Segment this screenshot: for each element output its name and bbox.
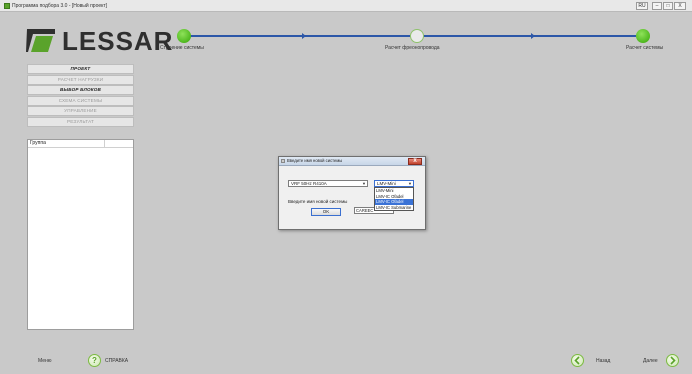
series-selected-value: LMV-Mini — [377, 181, 396, 186]
minimize-button[interactable]: – — [652, 2, 662, 10]
menu-item-control[interactable]: УПРАВЛЕНИЕ — [27, 106, 134, 116]
back-button[interactable] — [571, 354, 584, 367]
back-label[interactable]: Назад — [596, 358, 610, 364]
system-type-value: VRF 50Hz R410A — [291, 181, 327, 186]
step-node-1[interactable] — [177, 29, 191, 43]
group-column-header: Группа — [28, 140, 133, 148]
dialog-close-button[interactable]: X — [408, 158, 422, 165]
menu-item-unit-selection[interactable]: ВЫБОР БЛОКОВ — [27, 85, 134, 95]
ok-button[interactable]: OK — [311, 208, 341, 216]
series-select[interactable]: LMV-Mini ▼ — [374, 180, 414, 187]
app-icon — [4, 3, 10, 9]
system-type-select[interactable]: VRF 50Hz R410A ▼ — [288, 180, 368, 187]
language-button[interactable]: RU — [636, 2, 648, 10]
menu-item-project[interactable]: ПРОЕКТ — [27, 64, 134, 74]
dialog-icon — [281, 159, 285, 163]
menu-item-load-calc[interactable]: РАСЧЕТ НАГРУЗКИ — [27, 74, 134, 85]
menu-item-system-scheme[interactable]: СХЕМА СИСТЕМЫ — [27, 95, 134, 106]
maximize-button[interactable]: □ — [663, 2, 673, 10]
window-title: Программа подбора 3.0 - [Новый проект] — [12, 3, 108, 9]
group-tree-panel[interactable]: Группа — [27, 139, 134, 330]
step-connector-1 — [190, 35, 410, 37]
new-system-dialog: Введите имя новой системы X VRF 50Hz R41… — [278, 156, 426, 230]
group-header-label: Группа — [30, 140, 46, 146]
chevron-down-icon: ▼ — [362, 181, 366, 186]
logo-text: LESSAR — [62, 26, 174, 56]
dialog-titlebar: Введите имя новой системы X — [279, 157, 425, 166]
chevron-down-icon: ▼ — [408, 181, 412, 186]
window-titlebar: Программа подбора 3.0 - [Новый проект] R… — [0, 0, 692, 12]
system-name-label: Введите имя новой системы — [288, 199, 348, 204]
chevron-right-icon — [670, 356, 676, 365]
menu-button[interactable]: Меню — [38, 358, 52, 364]
step-label-1: Строение системы — [160, 45, 204, 51]
lessar-logo-icon — [26, 29, 55, 52]
step-label-2: Расчет фреонопровода — [385, 45, 440, 51]
next-button[interactable] — [666, 354, 679, 367]
next-label[interactable]: Далее — [643, 358, 658, 364]
step-arrow-1 — [302, 33, 306, 39]
chevron-left-icon — [574, 356, 580, 365]
step-node-2[interactable] — [410, 29, 424, 43]
step-connector-2 — [424, 35, 636, 37]
step-label-3: Расчет системы — [626, 45, 664, 51]
help-icon[interactable]: ? — [88, 354, 101, 367]
step-node-3[interactable] — [636, 29, 650, 43]
help-label[interactable]: СПРАВКА — [105, 358, 128, 364]
step-arrow-2 — [531, 33, 535, 39]
series-dropdown-list[interactable]: LMV-Mini LMV-IC Ofadel LMV-IC Ofadel LMV… — [374, 187, 414, 211]
dialog-title: Введите имя новой системы — [287, 158, 343, 163]
series-option[interactable]: LMV-IC Submarine — [375, 205, 413, 211]
close-window-button[interactable]: X — [674, 2, 686, 10]
left-menu: ПРОЕКТ РАСЧЕТ НАГРУЗКИ ВЫБОР БЛОКОВ СХЕМ… — [27, 64, 134, 127]
menu-item-result[interactable]: РЕЗУЛЬТАТ — [27, 116, 134, 127]
column-divider — [104, 140, 105, 148]
